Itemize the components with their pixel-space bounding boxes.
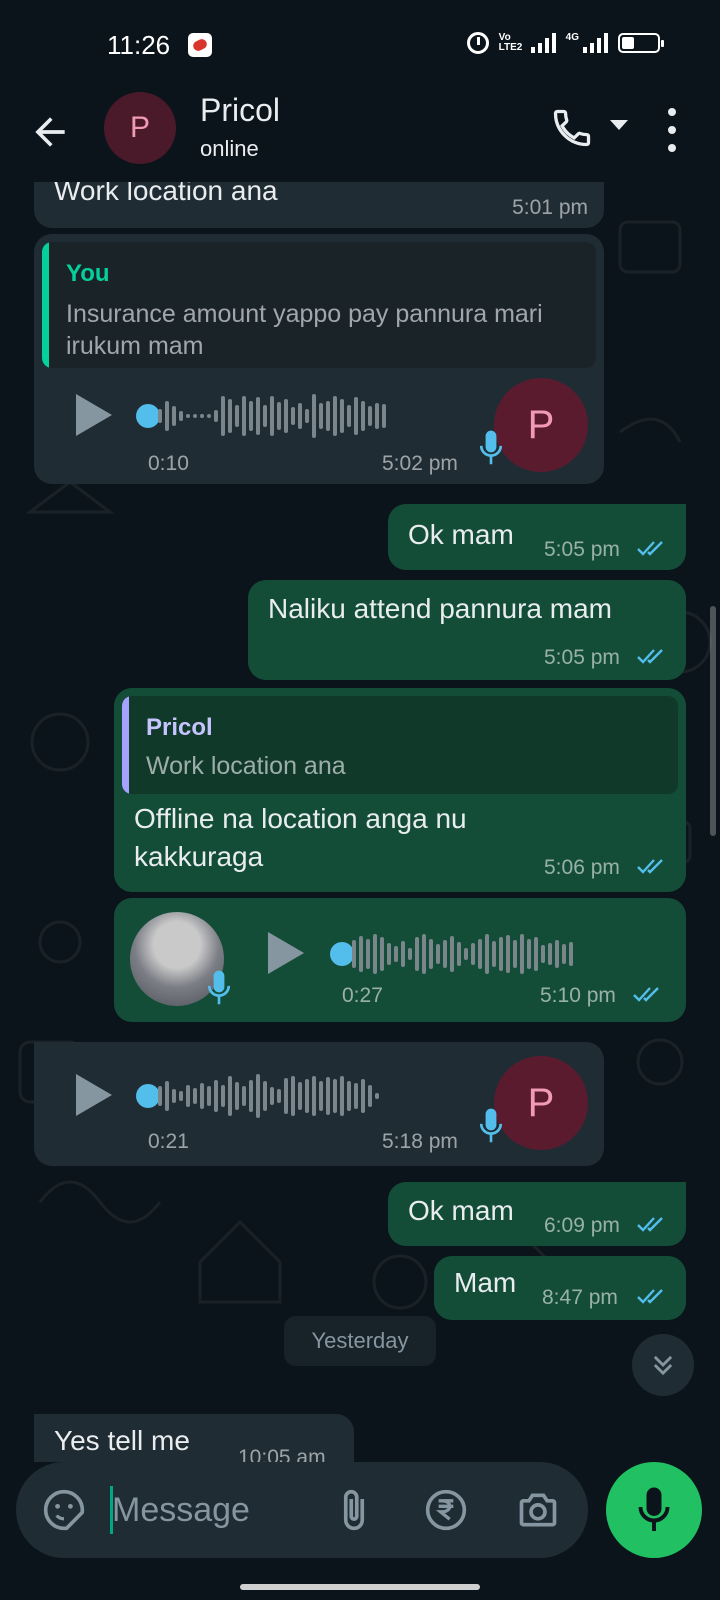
quote-sender: Pricol	[146, 714, 213, 741]
sender-avatar: P	[494, 378, 588, 472]
message-bubble-outgoing-reply[interactable]: Pricol Work location ana Offline na loca…	[114, 688, 686, 892]
message-text: Yes tell me	[54, 1425, 190, 1456]
contact-status: online	[200, 136, 259, 161]
double-tick-icon	[637, 859, 663, 874]
double-tick-icon	[633, 987, 659, 1002]
message-time: 5:05 pm	[544, 646, 620, 669]
chevrons-down-icon	[653, 1355, 673, 1376]
voice-message-outgoing[interactable]: 0:27 5:10 pm	[114, 898, 686, 1022]
message-bubble-outgoing[interactable]: Mam 8:47 pm	[434, 1256, 686, 1320]
play-icon[interactable]	[268, 932, 304, 974]
chat-area[interactable]: Work location ana 5:01 pm You Insurance …	[0, 182, 720, 1462]
status-bar: 11:26 Vo LTE2 4G	[0, 0, 720, 86]
mic-icon	[479, 430, 503, 465]
scroll-to-bottom-button[interactable]	[632, 1334, 694, 1396]
waveform[interactable]	[352, 929, 573, 979]
dropdown-icon[interactable]	[610, 120, 628, 130]
message-time: 5:05 pm	[544, 538, 620, 561]
message-time: 6:09 pm	[544, 1214, 620, 1237]
volte-label: Vo LTE2	[498, 32, 523, 53]
voice-record-button[interactable]	[606, 1462, 702, 1558]
double-tick-icon	[637, 1289, 663, 1304]
quote-text: Insurance amount yappo pay pannura mari …	[66, 300, 543, 360]
voice-duration: 0:21	[148, 1130, 189, 1153]
message-time: 10:05 am	[238, 1446, 326, 1462]
more-vert-icon[interactable]	[666, 108, 678, 152]
message-composer	[16, 1462, 588, 1558]
voice-duration: 0:27	[342, 984, 383, 1007]
rupee-icon[interactable]	[424, 1488, 468, 1532]
double-tick-icon	[637, 1217, 663, 1232]
mic-icon	[207, 970, 231, 1005]
message-time: 5:10 pm	[540, 984, 616, 1007]
mic-icon	[479, 1108, 503, 1143]
quote-accent-bar	[42, 242, 49, 368]
status-icons: Vo LTE2 4G	[466, 32, 664, 54]
message-time: 5:02 pm	[382, 452, 458, 475]
app-notification-icon	[188, 33, 212, 57]
playback-handle[interactable]	[330, 942, 354, 966]
quote-text: Work location ana	[146, 752, 346, 780]
sticker-icon[interactable]	[42, 1488, 86, 1532]
quote-sender: You	[66, 260, 110, 287]
quoted-message[interactable]: You Insurance amount yappo pay pannura m…	[42, 242, 596, 368]
home-indicator[interactable]	[240, 1584, 480, 1590]
message-time: 8:47 pm	[542, 1286, 618, 1309]
mic-icon	[638, 1487, 670, 1531]
playback-handle[interactable]	[136, 404, 160, 428]
voice-message-incoming[interactable]: 0:21 5:18 pm P	[34, 1042, 604, 1166]
camera-icon[interactable]	[514, 1488, 562, 1532]
voice-message-incoming[interactable]: You Insurance amount yappo pay pannura m…	[34, 234, 604, 484]
play-icon[interactable]	[76, 394, 112, 436]
signal-icon	[530, 33, 556, 53]
message-text: Ok mam	[408, 1195, 514, 1226]
sender-avatar: P	[494, 1056, 588, 1150]
message-text: Work location ana	[54, 182, 278, 206]
quote-accent-bar	[122, 696, 129, 794]
paperclip-icon[interactable]	[332, 1486, 376, 1534]
message-time: 5:01 pm	[512, 196, 588, 219]
message-text: Naliku attend pannura mam	[268, 593, 612, 624]
waveform[interactable]	[158, 1071, 379, 1121]
phone-icon[interactable]	[550, 106, 594, 150]
message-bubble-incoming[interactable]: Work location ana 5:01 pm	[34, 182, 604, 228]
playback-handle[interactable]	[136, 1084, 160, 1108]
contact-avatar[interactable]: P	[104, 92, 176, 164]
scrollbar[interactable]	[710, 606, 716, 836]
network-type-label: 4G	[565, 32, 579, 43]
signal-icon-2	[583, 33, 608, 53]
message-bubble-incoming[interactable]: Yes tell me 10:05 am	[34, 1414, 354, 1462]
message-text: Ok mam	[408, 519, 514, 550]
play-icon[interactable]	[76, 1074, 112, 1116]
back-arrow-icon[interactable]	[28, 110, 72, 154]
alarm-icon	[466, 32, 489, 54]
date-divider: Yesterday	[284, 1316, 436, 1366]
quoted-message[interactable]: Pricol Work location ana	[122, 696, 678, 794]
message-bubble-outgoing[interactable]: Naliku attend pannura mam 5:05 pm	[248, 580, 686, 680]
message-text: Mam	[454, 1267, 517, 1298]
message-bubble-outgoing[interactable]: Ok mam 6:09 pm	[388, 1182, 686, 1246]
waveform[interactable]	[158, 391, 386, 441]
message-text: Offline na location anga nu kakkuraga	[134, 803, 467, 872]
message-input[interactable]	[112, 1476, 312, 1544]
double-tick-icon	[637, 649, 663, 664]
chat-header: P Pricol online	[0, 86, 720, 182]
contact-name[interactable]: Pricol	[200, 92, 280, 129]
double-tick-icon	[637, 541, 663, 556]
status-time: 11:26	[107, 30, 171, 60]
message-time: 5:06 pm	[544, 856, 620, 879]
message-bubble-outgoing[interactable]: Ok mam 5:05 pm	[388, 504, 686, 570]
battery-icon	[618, 33, 664, 53]
voice-duration: 0:10	[148, 452, 189, 475]
message-time: 5:18 pm	[382, 1130, 458, 1153]
